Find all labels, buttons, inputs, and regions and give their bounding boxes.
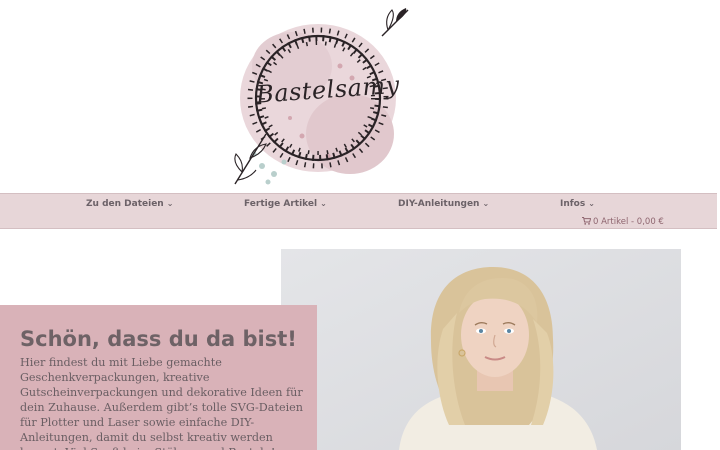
nav-item-label: DIY-Anleitungen — [398, 199, 480, 209]
intro-box: Schön, dass du da bist! Hier findest du … — [0, 305, 317, 450]
nav-item-fertige-artikel[interactable]: Fertige Artikel ⌄ — [244, 199, 327, 209]
cart-link[interactable]: 0 Artikel - 0,00 € — [582, 217, 664, 227]
shopping-cart-icon — [582, 217, 592, 225]
chevron-down-icon: ⌄ — [166, 199, 174, 208]
intro-text: Hier findest du mit Liebe gemachte Gesch… — [20, 356, 303, 450]
nav-item-label: Fertige Artikel — [244, 199, 318, 209]
portrait-image — [281, 249, 681, 450]
nav-item-infos[interactable]: Infos ⌄ — [560, 199, 595, 209]
site-logo[interactable]: Bastelsamy — [232, 6, 414, 188]
nav-item-diy-anleitungen[interactable]: DIY-Anleitungen ⌄ — [398, 199, 489, 209]
nav-item-label: Infos — [560, 199, 586, 209]
intro-title: Schön, dass du da bist! — [20, 327, 297, 351]
chevron-down-icon: ⌄ — [482, 199, 490, 208]
hero-photo — [281, 249, 681, 450]
chevron-down-icon: ⌄ — [320, 199, 327, 208]
cart-summary: 0 Artikel - 0,00 € — [593, 217, 664, 227]
nav-item-label: Zu den Dateien — [86, 199, 164, 209]
nav-item-zu-den-dateien[interactable]: Zu den Dateien ⌄ — [86, 199, 173, 209]
chevron-down-icon: ⌄ — [588, 199, 595, 208]
main-navigation: Zu den Dateien ⌄ Fertige Artikel ⌄ DIY-Anl… — [0, 193, 717, 229]
